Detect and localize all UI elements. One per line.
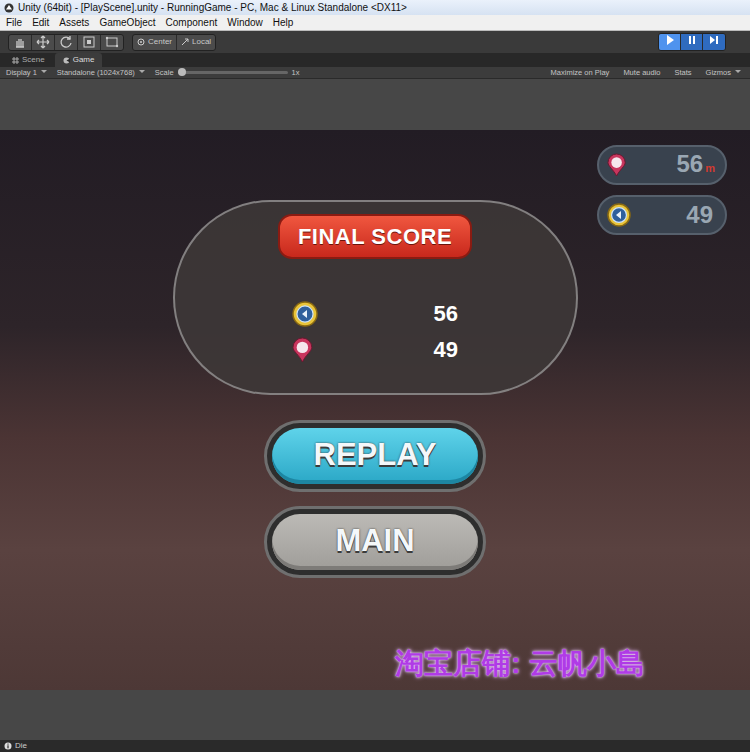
view-toggles: Maximize on Play Mute audio Stats Gizmos: [548, 67, 744, 78]
replay-button[interactable]: REPLAY: [272, 428, 478, 484]
step-icon: [708, 34, 720, 46]
coin-icon: [607, 203, 631, 227]
view-toggle[interactable]: Gizmos: [703, 67, 744, 78]
scale-value: 1x: [292, 67, 300, 78]
play-kind: [708, 34, 720, 50]
score-row: 56: [292, 301, 458, 327]
score-row: 49: [292, 337, 458, 363]
hud-kind: [607, 153, 626, 177]
view-tab[interactable]: Scene: [4, 53, 53, 67]
button-rim: REPLAY: [264, 420, 486, 492]
game-toolbar: Display 1 Standalone (1024x768) Scale 1x Max…: [0, 67, 750, 79]
menu-item[interactable]: Help: [273, 15, 294, 30]
window-title: Unity (64bit) - [PlayScene].unity - Runn…: [18, 0, 407, 15]
play-kind: [664, 34, 676, 50]
pivot-group: Center Local: [132, 34, 216, 51]
hud-value: 56: [677, 152, 704, 176]
status-bar: Die: [0, 740, 750, 752]
scale-tool-icon: [82, 35, 96, 49]
view-tab[interactable]: Game: [55, 53, 103, 67]
distance-pin-icon: [607, 153, 626, 177]
menu-item[interactable]: Component: [166, 15, 218, 30]
space-icon: [181, 38, 189, 46]
toolbar: Center Local: [0, 31, 750, 53]
score-value: 49: [434, 339, 458, 361]
pause-icon: [686, 34, 698, 46]
title-bar: Unity (64bit) - [PlayScene].unity - Runn…: [0, 0, 750, 15]
display-dropdown[interactable]: Display 1: [6, 67, 47, 78]
tool-group: [8, 34, 124, 51]
score-rows: 56 49: [292, 301, 458, 363]
hud-counter: 56m: [597, 145, 727, 185]
game-screen: 56m49FINAL SCORE5649REPLAYMAIN淘宝店铺: 云帆小島: [0, 130, 750, 690]
unity-logo-icon: [4, 3, 14, 13]
info-icon: [4, 742, 12, 750]
score-kind: [292, 301, 318, 327]
scene-icon: [12, 57, 19, 64]
menu-item[interactable]: Window: [227, 15, 263, 30]
scale-track[interactable]: [178, 71, 288, 74]
hud-value-group: 49: [686, 203, 715, 227]
play-icon: [664, 34, 676, 46]
space-label: Local: [192, 36, 211, 48]
pivot-icon: [137, 38, 145, 46]
view-toggle[interactable]: Maximize on Play: [548, 67, 613, 78]
scale-label: Scale: [155, 67, 174, 78]
game-view: 56m49FINAL SCORE5649REPLAYMAIN淘宝店铺: 云帆小島: [0, 79, 750, 740]
hud: 56m 49: [597, 145, 727, 235]
rect-tool-icon: [105, 35, 119, 49]
play-kind: [686, 34, 698, 50]
menu-item[interactable]: File: [6, 15, 22, 30]
menu-item[interactable]: Assets: [59, 15, 89, 30]
space-button[interactable]: Local: [177, 35, 215, 50]
hud-kind: [607, 203, 631, 227]
hud-value-group: 56m: [677, 152, 715, 177]
view-toggle[interactable]: Mute audio: [620, 67, 663, 78]
tool-button[interactable]: [9, 35, 32, 50]
tool-button[interactable]: [78, 35, 101, 50]
tab-label: Scene: [22, 54, 45, 66]
step-button[interactable]: [703, 34, 725, 50]
menu-item[interactable]: GameObject: [99, 15, 155, 30]
pivot-button[interactable]: Center: [133, 35, 177, 50]
menu-item[interactable]: Edit: [32, 15, 49, 30]
final-score-panel: FINAL SCORE 56 49: [173, 200, 578, 395]
tool-button[interactable]: [55, 35, 78, 50]
view-tabs: Scene Game: [0, 53, 750, 67]
resolution-dropdown[interactable]: Standalone (1024x768): [57, 67, 145, 78]
hand-tool-icon: [13, 35, 27, 49]
tool-button[interactable]: [32, 35, 55, 50]
main-button[interactable]: MAIN: [272, 514, 478, 570]
hud-value: 49: [686, 203, 713, 227]
game-icon: [63, 57, 70, 64]
distance-pin-icon: [292, 337, 313, 363]
rotate-tool-icon: [59, 35, 73, 49]
hud-unit: m: [705, 160, 715, 177]
watermark: 淘宝店铺: 云帆小島: [395, 642, 645, 686]
score-value: 56: [434, 303, 458, 325]
move-tool-icon: [36, 35, 50, 49]
play-controls: [658, 33, 726, 51]
play-button[interactable]: [659, 34, 681, 50]
final-score-title: FINAL SCORE: [278, 214, 472, 259]
tab-label: Game: [73, 54, 95, 66]
scale-thumb[interactable]: [178, 68, 186, 76]
status-message: Die: [15, 740, 27, 752]
scale-control: Scale 1x: [155, 67, 300, 78]
score-kind: [292, 337, 313, 363]
pivot-label: Center: [148, 36, 172, 48]
coin-icon: [292, 301, 318, 327]
hud-counter: 49: [597, 195, 727, 235]
menu-bar: File Edit Assets GameObject Component Window H…: [0, 15, 750, 31]
pause-button[interactable]: [681, 34, 703, 50]
button-rim: MAIN: [264, 506, 486, 578]
view-toggle[interactable]: Stats: [671, 67, 694, 78]
tool-button[interactable]: [101, 35, 123, 50]
